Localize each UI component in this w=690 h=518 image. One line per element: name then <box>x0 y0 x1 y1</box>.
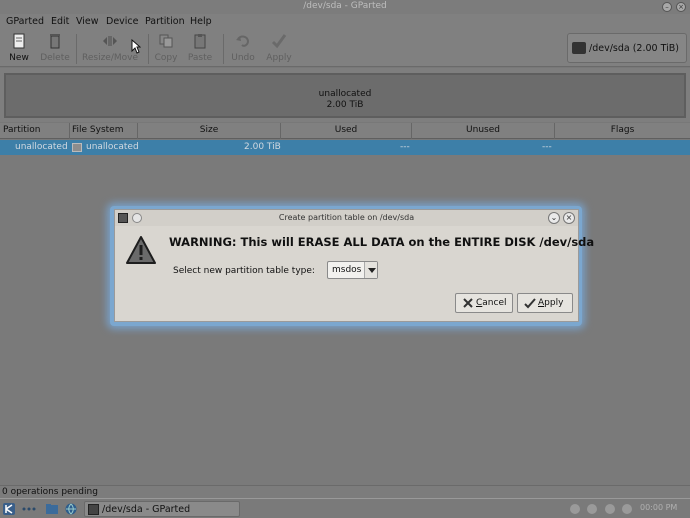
partition-table-header: Partition File System Size Used Unused F… <box>0 123 690 139</box>
file-manager-icon[interactable] <box>46 503 58 515</box>
taskbar: /dev/sda - GParted 00:00 PM <box>0 498 690 518</box>
column-header-size[interactable]: Size <box>138 123 281 139</box>
checkmark-icon <box>271 34 287 49</box>
tray-network-icon[interactable] <box>570 504 580 514</box>
copy-button[interactable]: Copy <box>152 33 180 65</box>
new-button[interactable]: New <box>4 33 34 65</box>
dialog-close-icon[interactable]: × <box>563 212 575 224</box>
chevron-down-icon <box>364 262 377 278</box>
column-header-used[interactable]: Used <box>281 123 412 139</box>
device-selector[interactable]: /dev/sda (2.00 TiB) <box>567 33 687 63</box>
cell-partition: unallocated <box>15 142 68 152</box>
column-header-unused[interactable]: Unused <box>412 123 555 139</box>
cell-unused: --- <box>542 142 552 152</box>
resize-icon <box>103 36 117 46</box>
apply-dialog-button[interactable]: Apply <box>517 293 573 313</box>
taskbar-task-gparted[interactable]: /dev/sda - GParted <box>84 501 240 517</box>
tray-volume-icon[interactable] <box>587 504 597 514</box>
menu-edit[interactable]: Edit <box>51 16 69 27</box>
disk-graphic-area: unallocated 2.00 TiB <box>0 68 690 122</box>
disk-graphic-label: unallocated <box>318 89 372 99</box>
menu-help[interactable]: Help <box>190 16 212 27</box>
cell-used: --- <box>400 142 410 152</box>
apply-button[interactable]: Apply <box>262 33 296 65</box>
cell-filesystem: unallocated <box>86 142 139 152</box>
dialog-titlebar: Create partition table on /dev/sda ⌄ × <box>115 210 578 226</box>
disk-graphic-size: 2.00 TiB <box>326 100 364 110</box>
resize-move-button[interactable]: Resize/Move <box>82 33 138 65</box>
close-icon[interactable]: × <box>676 2 686 12</box>
table-type-label: Select new partition table type: <box>173 266 315 276</box>
warning-icon <box>126 236 156 264</box>
copy-icon <box>159 34 173 48</box>
filesystem-color-swatch <box>72 143 82 152</box>
dialog-minimize-icon[interactable]: ⌄ <box>548 212 560 224</box>
undo-icon <box>236 35 250 47</box>
window-titlebar: /dev/sda - GParted – × <box>0 0 690 14</box>
toolbar-separator <box>223 34 224 64</box>
menu-device[interactable]: Device <box>106 16 139 27</box>
dialog-title: Create partition table on /dev/sda <box>278 213 415 222</box>
partition-table-type-select[interactable]: msdos <box>327 261 378 279</box>
column-header-filesystem[interactable]: File System <box>70 123 138 139</box>
paste-button[interactable]: Paste <box>185 33 215 65</box>
disk-graphic-bar[interactable]: unallocated 2.00 TiB <box>4 73 686 118</box>
minimize-icon[interactable]: – <box>662 2 672 12</box>
tray-clipboard-icon[interactable] <box>622 504 632 514</box>
undo-button[interactable]: Undo <box>229 33 257 65</box>
menu-gparted[interactable]: GParted <box>6 16 44 27</box>
delete-button[interactable]: Delete <box>38 33 72 65</box>
status-text: 0 operations pending <box>2 487 98 497</box>
web-browser-icon[interactable] <box>65 503 77 515</box>
status-bar: 0 operations pending <box>0 485 690 498</box>
cancel-icon <box>463 298 473 308</box>
menu-partition[interactable]: Partition <box>145 16 185 27</box>
checkmark-icon <box>524 298 536 309</box>
warning-message: WARNING: This will ERASE ALL DATA on the… <box>169 235 595 249</box>
menubar: GParted Edit View Device Partition Help <box>0 14 690 30</box>
toolbar-separator <box>148 34 149 64</box>
partition-table-type-value: msdos <box>332 265 362 275</box>
create-partition-table-dialog: Create partition table on /dev/sda ⌄ × W… <box>114 209 594 322</box>
taskbar-clock[interactable]: 00:00 PM <box>640 503 677 512</box>
window-title: /dev/sda - GParted <box>303 1 387 11</box>
cancel-button[interactable]: Cancel <box>455 293 513 313</box>
cell-size: 2.00 TiB <box>244 142 281 152</box>
mouse-cursor-icon <box>131 39 141 54</box>
tray-battery-icon[interactable] <box>605 504 615 514</box>
hard-disk-icon <box>572 42 586 54</box>
paste-icon <box>194 34 206 49</box>
delete-icon <box>50 34 60 49</box>
new-icon <box>13 33 25 49</box>
column-header-partition[interactable]: Partition <box>0 123 70 139</box>
start-menu-icon[interactable] <box>3 503 15 515</box>
desktop-pager-icon[interactable] <box>22 503 36 515</box>
table-row[interactable]: unallocated unallocated 2.00 TiB --- --- <box>0 140 690 155</box>
toolbar-separator <box>76 34 77 64</box>
gparted-app-icon <box>88 504 99 515</box>
column-header-flags[interactable]: Flags <box>555 123 690 139</box>
menu-view[interactable]: View <box>76 16 99 27</box>
